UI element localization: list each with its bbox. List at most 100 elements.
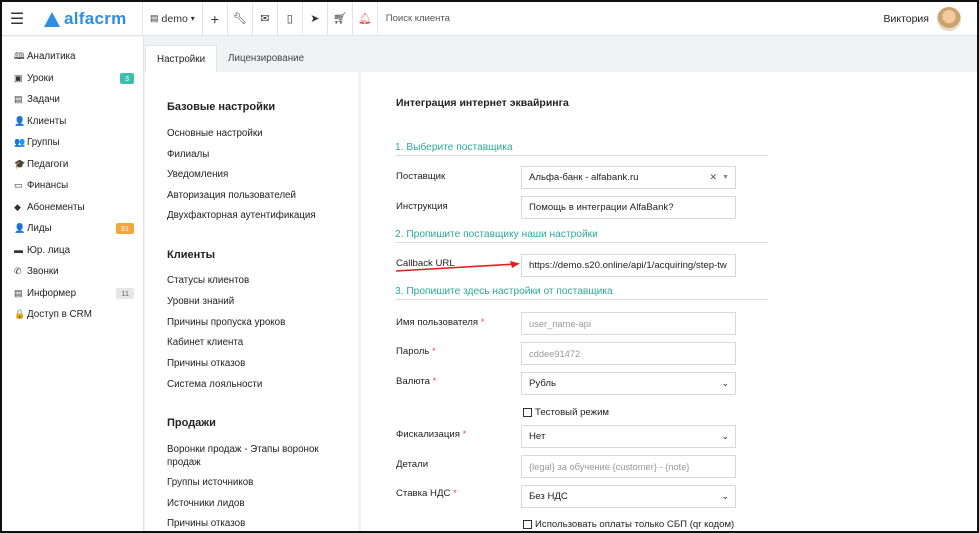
sidebar-item-icon: ▤: [14, 94, 23, 105]
details-label: Детали: [396, 459, 429, 470]
fiscal-select[interactable]: Нет ⌄: [521, 425, 736, 448]
count-badge: 11: [116, 287, 134, 299]
step-heading-2: 2. Пропишите поставщику наши настройки: [395, 229, 768, 243]
sidebar-item-label: Группы: [27, 137, 60, 149]
sidebar-item-icon: 🕮: [14, 50, 25, 61]
nav-link[interactable]: Уровни знаний: [167, 295, 337, 308]
search-input[interactable]: Поиск клиента: [376, 2, 884, 36]
username-label-text: Имя пользователя: [396, 317, 479, 328]
sidebar-item-icon: ▤: [14, 287, 23, 298]
step-heading-3: 3. Пропишите здесь настройки от поставщи…: [395, 286, 768, 300]
sidebar-item[interactable]: 👤 Клиенты: [2, 111, 143, 133]
hamburger-icon[interactable]: ☰: [2, 2, 32, 36]
sidebar-item[interactable]: ◆ Абонементы: [2, 197, 143, 219]
sidebar-item-icon: ▣: [14, 72, 23, 83]
sidebar-item-icon: 🔒: [14, 309, 26, 320]
sidebar-item-label: Финансы: [27, 180, 69, 192]
settings-nav: Базовые настройки Основные настройки Фил…: [145, 72, 358, 531]
user-menu[interactable]: Виктория: [883, 6, 977, 31]
chevron-down-icon: ⌄: [721, 378, 729, 388]
password-label: Пароль *: [396, 346, 436, 357]
sidebar-item[interactable]: ▣ Уроки 3: [2, 68, 143, 90]
top-bar: ☰ alfacrm ▤ demo ▾ + 🔧︎ ✉ ▯ ➤ 🛒︎ 🔔︎ Поис…: [2, 2, 977, 36]
callback-url-field[interactable]: https://demo.s20.online/api/1/acquiring/…: [521, 254, 736, 277]
clear-icon[interactable]: ✕: [709, 172, 717, 183]
sidebar: 🕮 Аналитика ▣ Уроки 3 ▤ Задачи 👤 Клиенты 👥 Группы 🎓…: [2, 37, 144, 531]
nav-link[interactable]: Источники лидов: [167, 497, 337, 510]
sidebar-item[interactable]: 👤 Лиды 31: [2, 218, 143, 240]
plus-icon[interactable]: +: [203, 2, 227, 36]
phone-icon[interactable]: ▯: [278, 2, 302, 36]
vat-select[interactable]: Без НДС ⌄: [521, 485, 736, 508]
provider-select[interactable]: Альфа-банк - alfabank.ru ✕ ▼: [521, 166, 736, 189]
test-mode-checkbox-row[interactable]: Тестовый режим: [523, 407, 609, 418]
sidebar-item[interactable]: ▤ Задачи: [2, 89, 143, 111]
sidebar-item[interactable]: 🕮 Аналитика: [2, 46, 143, 68]
nav-link[interactable]: Причины отказов: [167, 357, 337, 370]
sidebar-item[interactable]: ▤ Информер 11: [2, 283, 143, 305]
wrench-icon[interactable]: 🔧︎: [228, 2, 252, 36]
nav-link[interactable]: Причины пропуска уроков: [167, 316, 337, 329]
sbp-checkbox[interactable]: [523, 520, 532, 529]
sidebar-item-icon: ✆: [14, 266, 22, 277]
password-input[interactable]: cddee91472: [521, 342, 736, 365]
tab-settings[interactable]: Настройки: [145, 45, 218, 72]
page-title: Интеграция интернет эквайринга: [396, 97, 569, 109]
nav-link[interactable]: Система лояльности: [167, 378, 337, 391]
sidebar-item[interactable]: ▬ Юр. лица: [2, 240, 143, 262]
count-badge: 31: [115, 223, 134, 235]
sidebar-item[interactable]: 🔒 Доступ в CRM: [2, 304, 143, 326]
sbp-checkbox-row[interactable]: Использовать оплаты только СБП (qr кодом…: [523, 519, 734, 530]
username-input[interactable]: user_name-api: [521, 312, 736, 335]
mail-icon[interactable]: ✉: [253, 2, 277, 36]
nav-link[interactable]: Причины отказов: [167, 517, 337, 530]
nav-link[interactable]: Двухфакторная аутентификация: [167, 209, 337, 222]
section-title-clients: Клиенты: [167, 249, 216, 261]
sidebar-item-icon: 👤: [14, 223, 26, 234]
sidebar-item-label: Лиды: [27, 223, 52, 235]
nav-link[interactable]: Статусы клиентов: [167, 274, 337, 287]
currency-select[interactable]: Рубль ⌄: [521, 372, 736, 395]
sidebar-item[interactable]: 🎓 Педагоги: [2, 154, 143, 176]
instruction-field[interactable]: Помощь в интеграции AlfaBank?: [521, 196, 736, 219]
sidebar-item-icon: 🎓: [14, 158, 26, 169]
nav-link[interactable]: Авторизация пользователей: [167, 189, 337, 202]
fiscal-value: Нет: [529, 431, 546, 442]
chevron-down-icon[interactable]: ▼: [722, 174, 729, 181]
vat-label-text: Ставка НДС: [396, 488, 451, 499]
sidebar-item-label: Абонементы: [27, 201, 85, 213]
details-input[interactable]: {legal} за обучение {customer} - {note}: [521, 455, 736, 478]
acquiring-form: Интеграция интернет эквайринга 1. Выбери…: [361, 72, 977, 531]
nav-link[interactable]: Группы источников: [167, 476, 337, 489]
required-mark: *: [431, 346, 436, 357]
count-badge: 3: [119, 72, 134, 84]
telegram-icon[interactable]: ➤: [303, 2, 327, 36]
account-switcher[interactable]: ▤ demo ▾: [143, 2, 202, 36]
fiscal-label-text: Фискализация: [396, 429, 460, 440]
sidebar-item[interactable]: ▭ Финансы: [2, 175, 143, 197]
test-mode-checkbox[interactable]: [523, 408, 532, 417]
nav-link[interactable]: Филиалы: [167, 148, 337, 161]
nav-link[interactable]: Воронки продаж - Этапы воронок продаж: [167, 443, 327, 469]
tab-licensing[interactable]: Лицензирование: [217, 45, 315, 72]
required-mark: *: [462, 429, 467, 440]
vat-label: Ставка НДС *: [396, 488, 457, 499]
sidebar-item[interactable]: 👥 Группы: [2, 132, 143, 154]
sidebar-item-label: Аналитика: [27, 51, 76, 63]
sidebar-item-label: Задачи: [27, 94, 60, 106]
logo[interactable]: alfacrm: [32, 9, 142, 29]
currency-label: Валюта *: [396, 376, 436, 387]
nav-link[interactable]: Основные настройки: [167, 127, 337, 140]
sidebar-item-icon: 👤: [14, 115, 26, 126]
sidebar-item-icon: ▬: [14, 245, 23, 256]
nav-link[interactable]: Уведомления: [167, 168, 337, 181]
nav-link[interactable]: Кабинет клиента: [167, 336, 337, 349]
sidebar-item-icon: 👥: [14, 137, 26, 148]
logo-mark-icon: [42, 11, 60, 27]
sidebar-item[interactable]: ✆ Звонки: [2, 261, 143, 283]
avatar: [937, 6, 961, 31]
bell-icon[interactable]: 🔔︎: [353, 2, 377, 36]
chevron-down-icon: ⌄: [721, 431, 729, 441]
currency-label-text: Валюта: [396, 376, 430, 387]
cart-icon[interactable]: 🛒︎: [328, 2, 352, 36]
